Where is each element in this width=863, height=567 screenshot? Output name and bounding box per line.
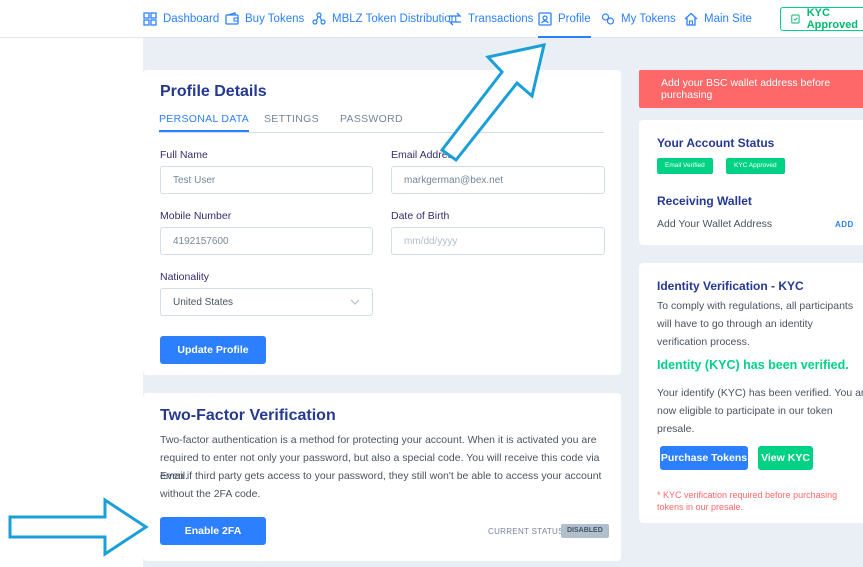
status-badge: DISABLED xyxy=(561,524,609,538)
account-status-card: Your Account Status Email Verified KYC A… xyxy=(639,120,863,245)
nav-main-site[interactable]: Main Site xyxy=(684,0,752,38)
profile-icon xyxy=(538,12,552,26)
full-name-label: Full Name xyxy=(160,149,208,161)
kyc-text-3: verification process. xyxy=(657,336,750,348)
add-wallet-link[interactable]: ADD xyxy=(835,220,854,229)
nav-label: Main Site xyxy=(704,13,752,25)
nav-label: MBLZ Token Distribution xyxy=(332,13,458,25)
wallet-alert: Add your BSC wallet address before purch… xyxy=(639,70,863,108)
top-navigation: Dashboard Buy Tokens MBLZ Token Distribu… xyxy=(0,0,863,38)
nationality-label: Nationality xyxy=(160,271,210,283)
profile-title: Profile Details xyxy=(160,83,267,100)
kyc-text-1: To comply with regulations, all particip… xyxy=(657,300,854,312)
dashboard-icon xyxy=(143,12,157,26)
home-icon xyxy=(684,12,698,26)
full-name-value: Test User xyxy=(173,174,216,186)
nav-label: My Tokens xyxy=(621,13,676,25)
kyc-desc-1: Your identify (KYC) has been verified. Y… xyxy=(657,387,863,399)
two-factor-card: Two-Factor Verification Two-factor authe… xyxy=(143,393,621,561)
receiving-wallet-title: Receiving Wallet xyxy=(657,194,752,208)
tab-personal-data[interactable]: PERSONAL DATA xyxy=(159,113,250,132)
profile-details-card: Profile Details PERSONAL DATA SETTINGS P… xyxy=(143,70,621,375)
email-value: markgerman@bex.net xyxy=(404,174,504,186)
update-profile-button[interactable]: Update Profile xyxy=(160,336,266,364)
email-verified-badge: Email Verified xyxy=(657,158,713,174)
transfer-icon xyxy=(448,12,462,26)
profile-tabs: PERSONAL DATA SETTINGS PASSWORD xyxy=(159,113,604,133)
kyc-text-2: will have to go through an identity xyxy=(657,318,813,330)
kyc-card: Identity Verification - KYC To comply wi… xyxy=(639,263,863,523)
wallet-address-text: Add Your Wallet Address xyxy=(657,218,773,230)
mobile-value: 4192157600 xyxy=(173,235,229,247)
nav-dashboard[interactable]: Dashboard xyxy=(143,0,219,38)
kyc-title: Identity Verification - KYC xyxy=(657,279,804,293)
kyc-approved-label: KYC Approved xyxy=(806,7,859,31)
kyc-desc-3: presale. xyxy=(657,423,695,435)
full-name-input[interactable]: Test User xyxy=(160,166,373,194)
kyc-desc-2: now eligible to participate in our token xyxy=(657,405,833,417)
nav-token-distribution[interactable]: MBLZ Token Distribution xyxy=(312,0,457,38)
nav-label: Transactions xyxy=(468,13,534,25)
dob-label: Date of Birth xyxy=(391,210,450,222)
two-factor-title: Two-Factor Verification xyxy=(160,407,336,424)
view-kyc-button[interactable]: View KYC xyxy=(758,446,813,470)
nav-label: Buy Tokens xyxy=(245,13,305,25)
account-status-title: Your Account Status xyxy=(657,136,775,150)
distribution-icon xyxy=(312,12,326,25)
purchase-tokens-button[interactable]: Purchase Tokens xyxy=(660,446,748,470)
email-input[interactable]: markgerman@bex.net xyxy=(391,166,605,194)
mobile-input[interactable]: 4192157600 xyxy=(160,227,373,255)
document-check-icon xyxy=(791,14,800,24)
nationality-value: United States xyxy=(173,296,234,308)
mobile-label: Mobile Number xyxy=(160,210,232,222)
two-factor-line-4: without the 2FA code. xyxy=(160,488,261,500)
enable-2fa-button[interactable]: Enable 2FA xyxy=(160,517,266,545)
nav-buy-tokens[interactable]: Buy Tokens xyxy=(225,0,304,38)
nav-my-tokens[interactable]: My Tokens xyxy=(601,0,676,38)
kyc-verified-text: Identity (KYC) has been verified. xyxy=(657,358,849,372)
kyc-warning-1: * KYC verification required before purch… xyxy=(657,490,838,500)
tab-settings[interactable]: SETTINGS xyxy=(264,113,319,125)
chevron-down-icon xyxy=(350,299,360,305)
nav-label: Profile xyxy=(558,13,591,25)
kyc-approved-button[interactable]: KYC Approved xyxy=(780,7,863,31)
kyc-warning-2: tokens in our presale. xyxy=(657,502,744,512)
tab-password[interactable]: PASSWORD xyxy=(340,113,403,125)
two-factor-line-3: Even if third party gets access to your … xyxy=(160,470,602,482)
current-status-label: CURRENT STATUS: xyxy=(488,527,567,536)
wallet-icon xyxy=(225,12,239,25)
dob-placeholder: mm/dd/yyyy xyxy=(404,235,458,247)
kyc-approved-badge: KYC Approved xyxy=(726,158,785,174)
nav-profile[interactable]: Profile xyxy=(538,0,591,38)
nav-transactions[interactable]: Transactions xyxy=(448,0,533,38)
dob-input[interactable]: mm/dd/yyyy xyxy=(391,227,605,255)
nav-label: Dashboard xyxy=(163,13,220,25)
arrow-to-enable-2fa-icon xyxy=(8,497,149,557)
email-label: Email Address xyxy=(391,149,459,161)
nationality-select[interactable]: United States xyxy=(160,288,373,316)
two-factor-line-1: Two-factor authentication is a method fo… xyxy=(160,434,597,446)
tokens-icon xyxy=(601,13,615,25)
